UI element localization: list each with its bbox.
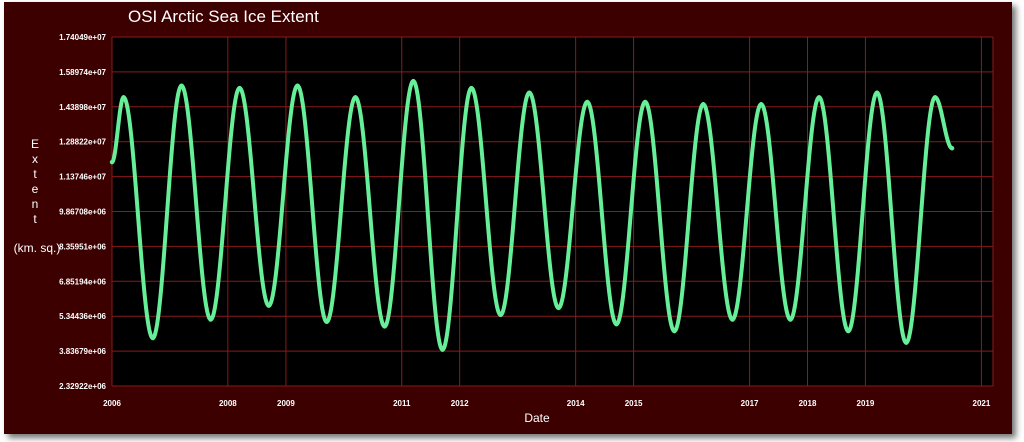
data-point xyxy=(109,159,115,165)
data-point xyxy=(411,78,416,84)
x-axis-label: Date xyxy=(524,411,550,425)
y-axis-label-letter: t xyxy=(33,167,37,181)
data-point xyxy=(179,83,184,88)
x-tick-label: 2006 xyxy=(103,399,121,408)
data-point xyxy=(642,99,648,105)
y-tick-label: 9.86708e+06 xyxy=(59,208,106,217)
y-tick-label: 8.35951e+06 xyxy=(59,242,106,251)
data-point xyxy=(266,303,271,308)
x-tick-label: 2008 xyxy=(219,399,237,408)
data-point xyxy=(324,319,329,325)
data-point xyxy=(672,328,677,334)
x-tick-label: 2017 xyxy=(741,399,759,408)
y-tick-labels: 2.32922e+06 3.83679e+06 5.34436e+06 6.85194… xyxy=(59,33,106,391)
x-tick-label: 2011 xyxy=(393,399,411,408)
chart-frame: OSI Arctic Sea Ice Extent Ex t e n t (km. sq.… xyxy=(4,2,1012,434)
y-tick-label: 2.32922e+06 xyxy=(59,382,106,391)
chart-title: OSI Arctic Sea Ice Extent xyxy=(128,7,319,26)
y-tick-label: 1.13746e+07 xyxy=(59,173,106,182)
data-point xyxy=(874,90,880,95)
data-point xyxy=(469,85,474,91)
y-tick-label: 5.34436e+06 xyxy=(59,312,106,321)
y-axis-label-letter: e xyxy=(32,182,39,196)
y-tick-label: 1.74049e+07 xyxy=(59,33,106,42)
data-point xyxy=(556,305,561,311)
x-tick-label: 2012 xyxy=(451,399,469,408)
x-tick-label: 2018 xyxy=(799,399,817,408)
y-axis-label-letter: x xyxy=(32,152,38,166)
data-point xyxy=(816,95,822,100)
data-point xyxy=(585,99,590,105)
data-point xyxy=(949,146,955,151)
y-tick-label: 1.28822e+07 xyxy=(59,138,106,147)
x-tick-label: 2015 xyxy=(625,399,643,408)
data-point xyxy=(440,347,445,352)
y-tick-label: 3.83679e+06 xyxy=(59,347,106,356)
x-tick-label: 2014 xyxy=(567,399,585,408)
y-axis-label: Extent(km. sq.) xyxy=(14,137,61,255)
x-tick-label: 2019 xyxy=(857,399,875,408)
data-point xyxy=(208,317,213,322)
data-point xyxy=(788,317,793,322)
y-tick-label: 6.85194e+06 xyxy=(59,277,106,286)
data-point xyxy=(498,312,503,318)
data-point xyxy=(730,317,735,322)
data-point xyxy=(846,328,851,334)
data-point xyxy=(295,83,300,88)
x-tick-labels: 2006 2008 2009 2011 2012 2014 2015 2017 2018 2019… xyxy=(103,399,991,408)
data-point xyxy=(758,102,764,107)
data-point xyxy=(237,85,242,91)
sea-ice-chart: OSI Arctic Sea Ice Extent Extent(km. sq.… xyxy=(14,7,994,425)
data-point xyxy=(121,95,126,100)
y-axis-unit: (km. sq.) xyxy=(14,241,61,255)
data-point xyxy=(614,321,619,327)
y-axis-label-letter: E xyxy=(31,137,39,151)
x-tick-label: 2009 xyxy=(277,399,295,408)
y-tick-label: 1.43898e+07 xyxy=(59,103,106,112)
data-point xyxy=(150,335,155,341)
data-point xyxy=(527,90,532,95)
x-tick-label: 2021 xyxy=(973,399,991,408)
data-point xyxy=(904,340,909,345)
y-axis-label-letter: t xyxy=(33,212,37,226)
y-tick-label: 1.58974e+07 xyxy=(59,68,106,77)
data-point xyxy=(382,324,387,329)
data-point xyxy=(701,102,706,107)
y-axis-label-letter: n xyxy=(32,197,39,211)
data-point xyxy=(353,95,358,100)
data-point xyxy=(932,95,938,100)
